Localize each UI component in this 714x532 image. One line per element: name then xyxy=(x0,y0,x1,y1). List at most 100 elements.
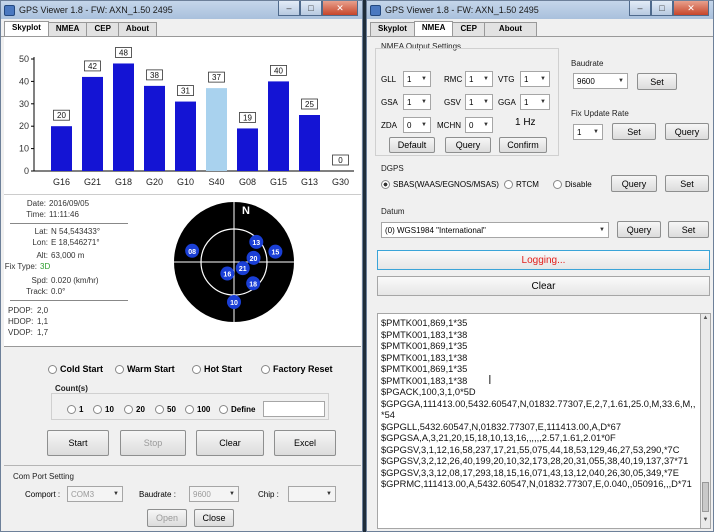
comport-label: Comport : xyxy=(25,490,61,499)
fix-rate-query-button[interactable]: Query xyxy=(665,123,709,140)
x-tick-label: S40 xyxy=(208,177,224,187)
snr-chart-svg: 0 10 20 30 40 50 20 G16 42 G21 48 G18 38 G20 31 G10 37 S4… xyxy=(19,47,354,187)
tab-cep[interactable]: CEP xyxy=(452,22,485,36)
track-label: Track: xyxy=(26,287,48,296)
dgps-disable-option[interactable]: Disable xyxy=(553,180,592,190)
vtg-select[interactable]: 1 ▼ xyxy=(520,71,550,87)
start-button[interactable]: Start xyxy=(47,430,109,456)
gsv-select[interactable]: 1 ▼ xyxy=(465,94,493,110)
rmc-select[interactable]: 1 ▼ xyxy=(465,71,493,87)
log-scrollbar[interactable]: ▲ ▼ xyxy=(701,313,711,529)
vtg-label: VTG xyxy=(498,75,515,84)
datum-select[interactable]: (0) WGS1984 "International" ▼ xyxy=(381,222,609,238)
gga-select[interactable]: 1 ▼ xyxy=(520,94,550,110)
count-50-option[interactable]: 50 xyxy=(155,405,176,415)
count-define-option[interactable]: Define xyxy=(219,405,255,415)
speed-value: 0.020 (km/hr) xyxy=(51,276,99,285)
y-tick-label: 10 xyxy=(19,144,29,154)
gps-viewer-window-left: GPS Viewer 1.8 - FW: AXN_1.50 2495 – □ ✕… xyxy=(0,0,363,532)
tab-nmea[interactable]: NMEA xyxy=(47,22,88,36)
divider xyxy=(10,223,128,224)
close-window-button[interactable]: ✕ xyxy=(673,1,709,16)
satellite-label: 10 xyxy=(230,300,238,307)
chevron-down-icon: ▼ xyxy=(540,76,546,82)
rtcm-option[interactable]: RTCM xyxy=(504,180,539,190)
tab-cep[interactable]: CEP xyxy=(86,22,119,36)
close-port-button[interactable]: Close xyxy=(194,509,234,527)
factory-reset-option[interactable]: Factory Reset xyxy=(261,364,333,375)
maximize-button[interactable]: □ xyxy=(300,1,322,16)
log-line: $PMTK001,869,1*35 xyxy=(381,364,468,374)
logging-button[interactable]: Logging... xyxy=(377,250,710,270)
log-line: $GPGSA,A,3,21,20,15,18,10,13,16,,,,,,2.5… xyxy=(381,433,616,443)
track-value: 0.0° xyxy=(51,287,66,296)
minimize-button[interactable]: – xyxy=(629,1,651,16)
tab-nmea[interactable]: NMEA xyxy=(413,21,454,36)
datum-group-label: Datum xyxy=(381,207,405,216)
zda-label: ZDA xyxy=(381,121,397,130)
comport-select[interactable]: COM3 ▼ xyxy=(67,486,123,502)
gsv-label: GSV xyxy=(444,98,461,107)
gsa-label: GSA xyxy=(381,98,398,107)
count-1-option[interactable]: 1 xyxy=(67,405,83,415)
fix-rate-set-button[interactable]: Set xyxy=(612,123,656,140)
data-label: 19 xyxy=(243,113,252,122)
open-port-button[interactable]: Open xyxy=(147,509,187,527)
bar-G08 xyxy=(237,128,258,171)
fix-type-value: 3D xyxy=(40,262,51,271)
lat-label: Lat: xyxy=(34,227,48,236)
dgps-set-button[interactable]: Set xyxy=(665,175,709,192)
default-button[interactable]: Default xyxy=(389,137,435,153)
gsa-select[interactable]: 1 ▼ xyxy=(403,94,431,110)
stop-button[interactable]: Stop xyxy=(120,430,186,456)
fix-rate-select[interactable]: 1 ▼ xyxy=(573,124,603,140)
chip-label: Chip : xyxy=(258,490,279,499)
minimize-button[interactable]: – xyxy=(278,1,300,16)
clear-button[interactable]: Clear xyxy=(196,430,264,456)
satellite-label: 21 xyxy=(239,266,247,273)
mchn-select[interactable]: 0 ▼ xyxy=(465,117,493,133)
confirm-button[interactable]: Confirm xyxy=(499,137,547,153)
maximize-button[interactable]: □ xyxy=(651,1,673,16)
define-count-input[interactable] xyxy=(263,401,325,417)
baudrate-select[interactable]: 9600 ▼ xyxy=(189,486,239,502)
chevron-down-icon: ▼ xyxy=(618,78,624,84)
x-tick-label: G20 xyxy=(146,177,163,187)
log-line: $GPRMC,111413.00,A,5432.60547,N,01832.77… xyxy=(381,479,692,489)
gll-select[interactable]: 1 ▼ xyxy=(403,71,431,87)
count-20-option[interactable]: 20 xyxy=(124,405,145,415)
log-line: $PMTK001,183,1*38 xyxy=(381,329,468,340)
count-100-option[interactable]: 100 xyxy=(185,405,210,415)
warm-start-option[interactable]: Warm Start xyxy=(115,364,175,375)
satellite-label: 13 xyxy=(252,240,260,247)
scroll-down-icon[interactable]: ▼ xyxy=(701,517,710,527)
nmea-log-output[interactable]: $PMTK001,869,1*35 $PMTK001,183,1*38 $PMTK0… xyxy=(377,313,701,529)
tab-bar: Skyplot NMEA CEP About xyxy=(1,21,362,37)
count-10-option[interactable]: 10 xyxy=(93,405,114,415)
baudrate-select[interactable]: 9600 ▼ xyxy=(573,73,628,89)
dgps-query-button[interactable]: Query xyxy=(611,175,657,192)
tab-skyplot[interactable]: Skyplot xyxy=(4,21,49,36)
datum-set-button[interactable]: Set xyxy=(668,221,709,238)
baudrate-group-label: Baudrate xyxy=(571,59,604,68)
hot-start-option[interactable]: Hot Start xyxy=(192,364,242,375)
cold-start-option[interactable]: Cold Start xyxy=(48,364,103,375)
alt-label: Alt: xyxy=(36,251,48,260)
sbas-option[interactable]: SBAS(WAAS/EGNOS/MSAS) xyxy=(381,180,499,190)
chip-select[interactable]: ▼ xyxy=(288,486,336,502)
tab-about[interactable]: About xyxy=(117,22,158,36)
scrollbar-thumb[interactable] xyxy=(702,482,709,512)
baudrate-set-button[interactable]: Set xyxy=(637,73,677,90)
vdop-label: VDOP: xyxy=(8,328,33,337)
close-window-button[interactable]: ✕ xyxy=(322,1,358,16)
scroll-up-icon[interactable]: ▲ xyxy=(701,315,710,325)
satellite-label: 20 xyxy=(250,256,258,263)
excel-button[interactable]: Excel xyxy=(274,430,336,456)
zda-select[interactable]: 0 ▼ xyxy=(403,117,431,133)
chevron-down-icon: ▼ xyxy=(483,99,489,105)
nmea-query-button[interactable]: Query xyxy=(445,137,491,153)
tab-skyplot[interactable]: Skyplot xyxy=(370,22,415,36)
clear-log-button[interactable]: Clear xyxy=(377,276,710,296)
datum-query-button[interactable]: Query xyxy=(617,221,661,238)
tab-about[interactable]: About xyxy=(483,22,538,36)
